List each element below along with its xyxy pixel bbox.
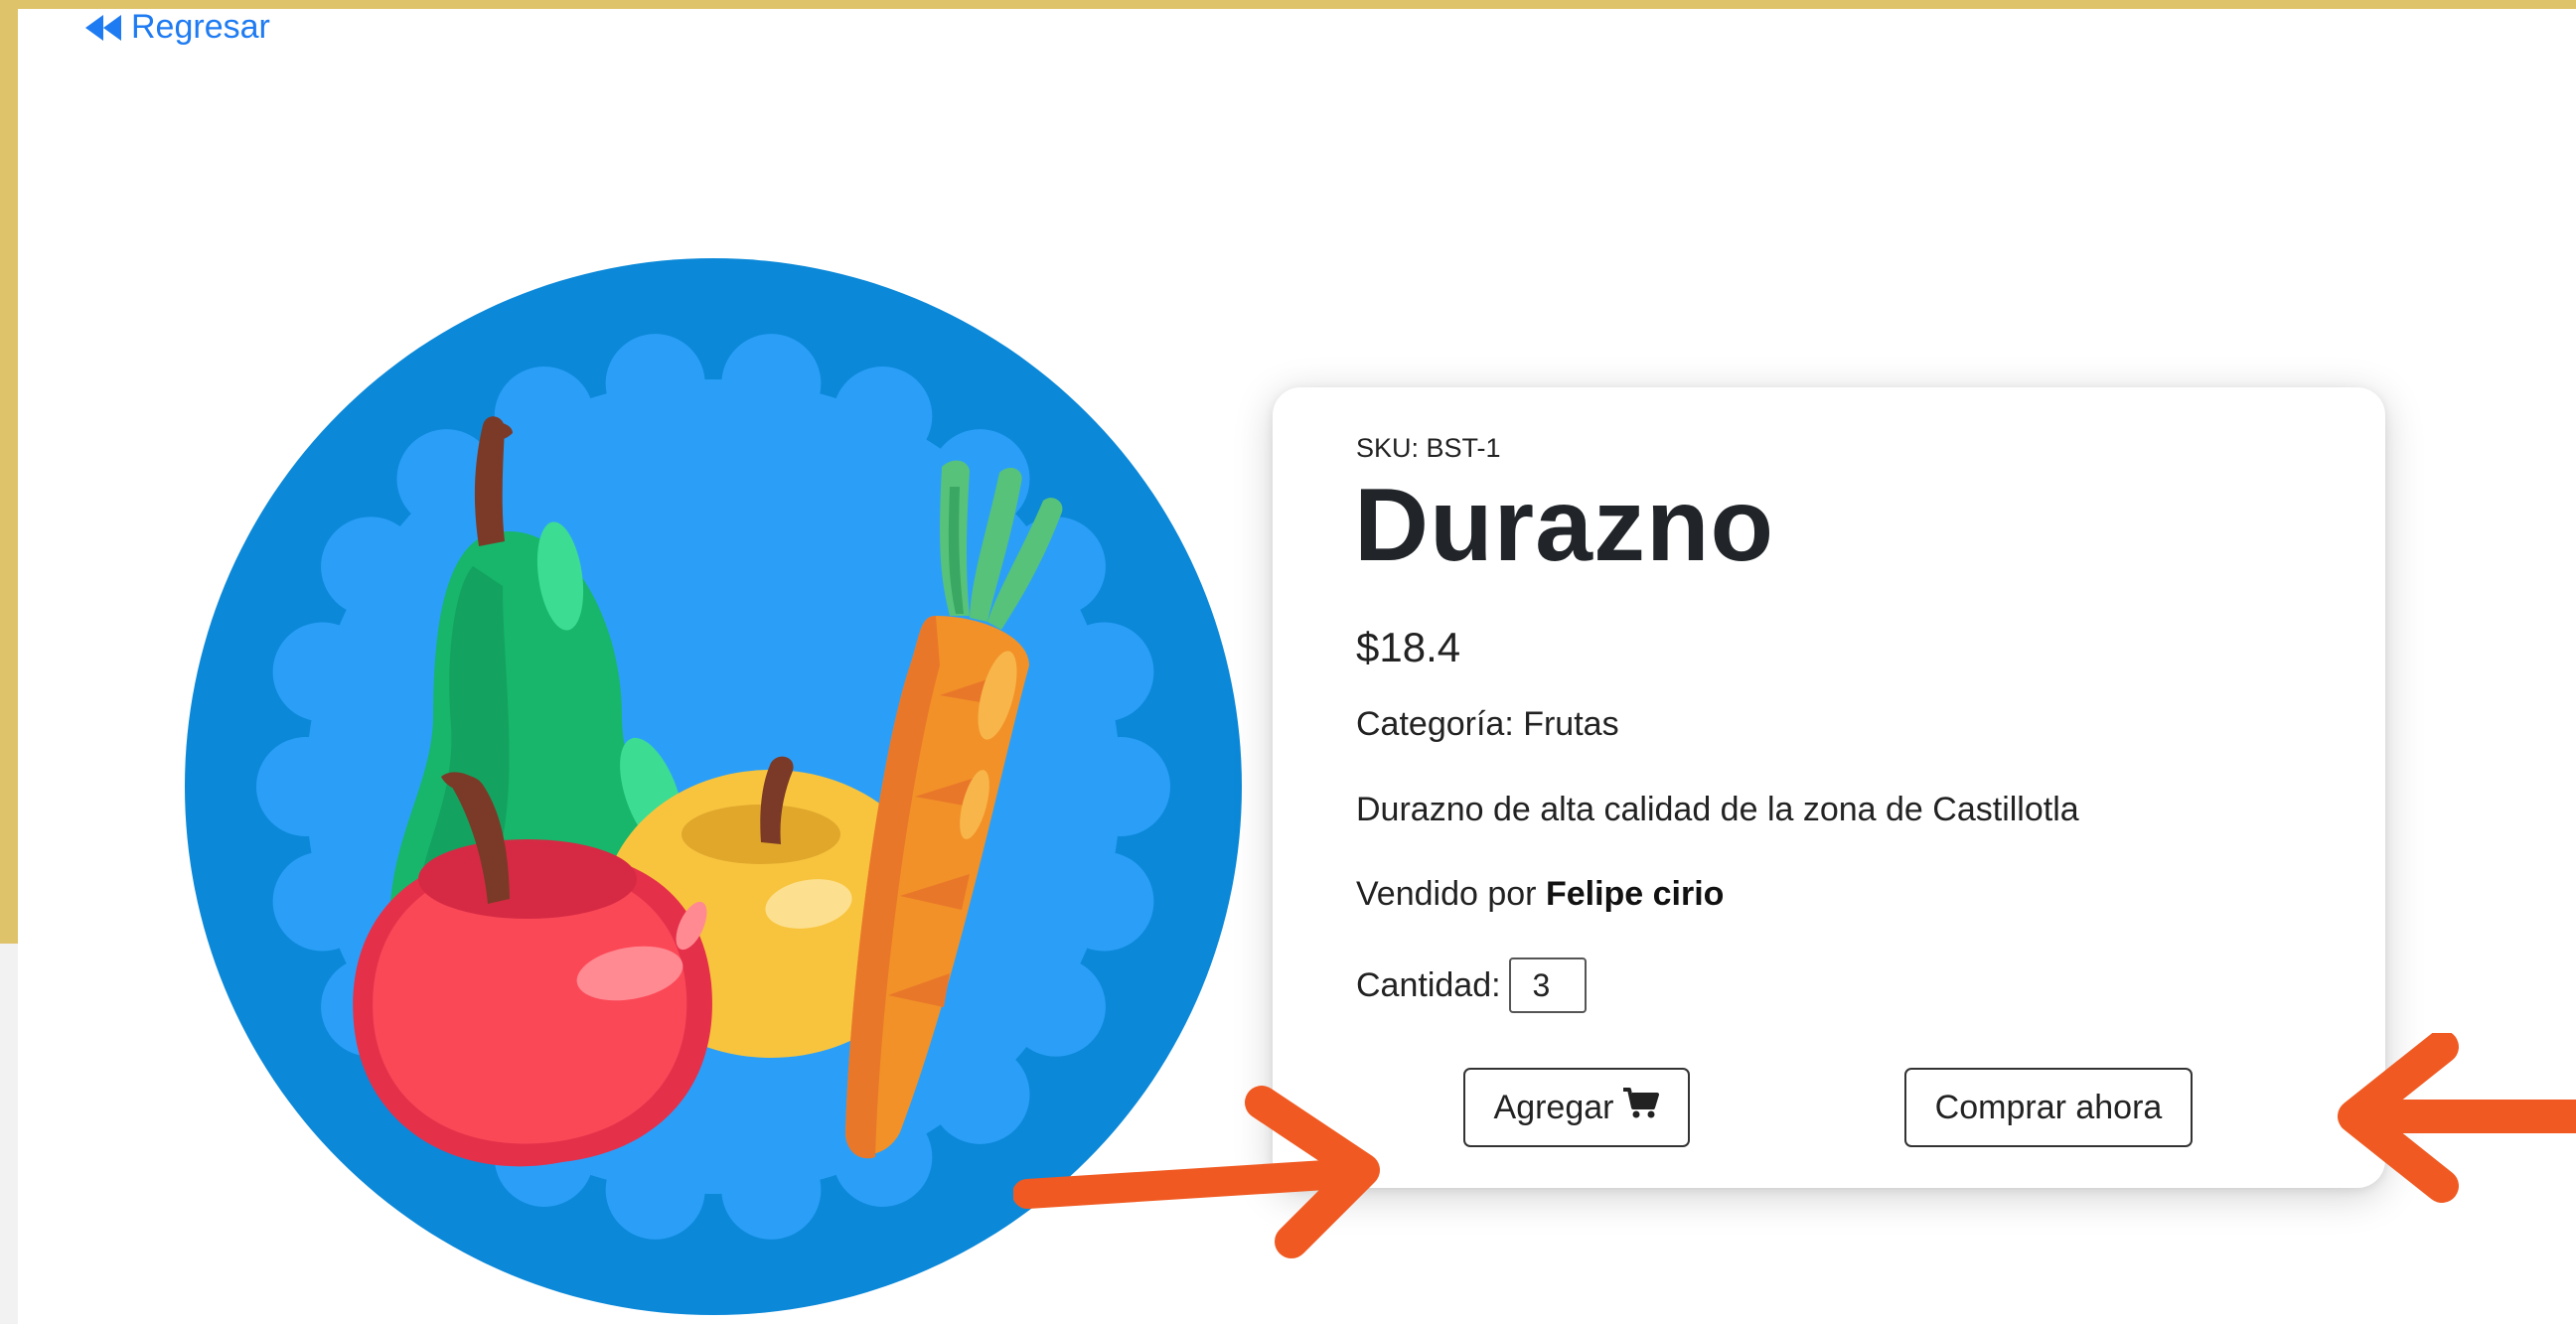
back-link[interactable]: Regresar [85, 8, 270, 47]
scallop-bump [1054, 851, 1154, 952]
scallop-bump [494, 367, 594, 467]
quantity-input[interactable] [1508, 957, 1587, 1013]
scallop-bump [272, 851, 373, 952]
buy-now-button[interactable]: Comprar ahora [1904, 1068, 2193, 1147]
scallop-bump [1005, 956, 1106, 1057]
scallop-bump [1054, 622, 1154, 722]
arrow-annotation-right [2338, 1033, 2576, 1203]
product-title: Durazno [1354, 468, 1774, 583]
double-chevron-left-icon [85, 14, 123, 41]
scallop-bump [1071, 737, 1170, 836]
shopping-cart-icon [1623, 1087, 1660, 1128]
scallop-bump [721, 334, 822, 434]
product-category: Categoría: Frutas [1356, 705, 1619, 743]
product-description: Durazno de alta calidad de la zona de Ca… [1356, 791, 2079, 828]
scallop-bump [833, 367, 933, 467]
product-sku: SKU: BST-1 [1356, 433, 1501, 463]
scallop-bump [605, 334, 705, 434]
scallop-bump [721, 1139, 822, 1240]
quantity-label: Cantidad: [1356, 965, 1501, 1004]
scallop-bump [321, 516, 421, 617]
seller-name: Felipe cirio [1545, 875, 1725, 913]
quantity-row: Cantidad: [1356, 957, 1587, 1013]
buy-now-label: Comprar ahora [1934, 1088, 2163, 1126]
scallop-bump [256, 737, 356, 836]
arrow-annotation-left [1013, 1086, 1380, 1258]
add-to-cart-button[interactable]: Agregar [1463, 1068, 1690, 1147]
scallop-bump [605, 1139, 705, 1240]
back-link-label: Regresar [131, 8, 270, 46]
scallop-bump [272, 622, 373, 722]
seller-prefix: Vendido por [1356, 875, 1537, 913]
product-seller: Vendido por Felipe cirio [1356, 875, 1724, 914]
product-card: SKU: BST-1 Durazno $18.4 Categoría: Frut… [1273, 387, 2385, 1188]
product-price: $18.4 [1356, 624, 1461, 670]
add-to-cart-label: Agregar [1493, 1088, 1614, 1126]
